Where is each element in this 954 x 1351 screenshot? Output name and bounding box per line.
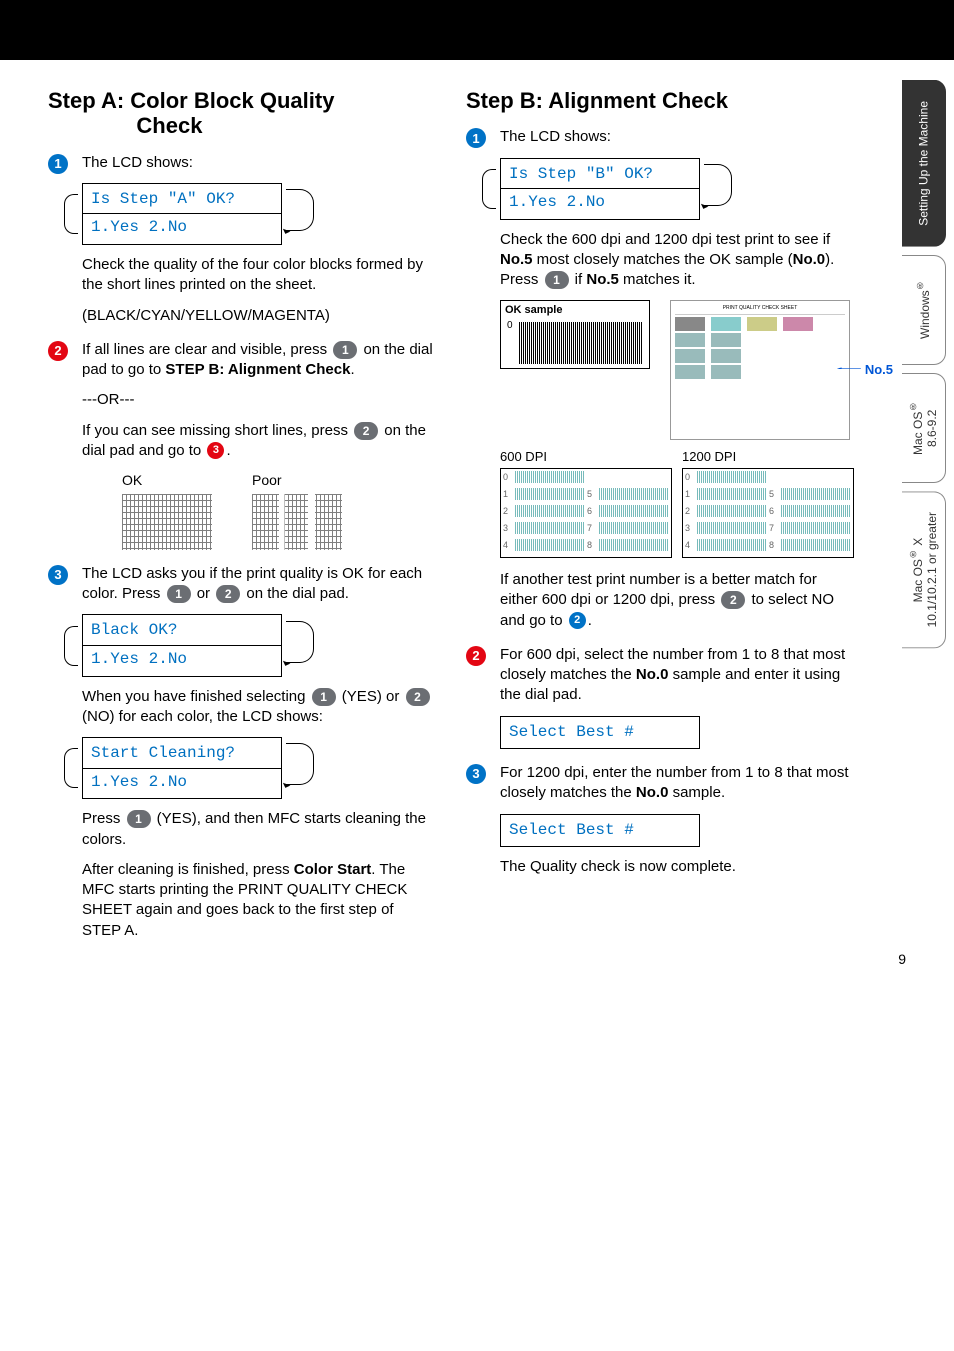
key-2-icon: 2 — [354, 422, 378, 440]
a2-or: ---OR--- — [82, 390, 436, 410]
a1-p2: (BLACK/CYAN/YELLOW/MAGENTA) — [82, 306, 436, 326]
ok-sample-box: OK sample 0 — [500, 300, 650, 369]
tab-macos-classic[interactable]: Mac OS®8.6-9.2 — [902, 373, 946, 483]
b1-text2: If another test print number is a better… — [500, 570, 854, 631]
bullet-3-icon: 3 — [48, 565, 68, 585]
lcd-display: Is Step "B" OK? 1.Yes 2.No — [500, 158, 700, 220]
lcd-loop-arrow-icon — [286, 743, 314, 785]
alignment-samples: OK sample 0 PRINT QUALITY CHECK SHEET No… — [500, 300, 854, 440]
lcd-display: Start Cleaning? 1.Yes 2.No — [82, 737, 282, 799]
lcd-line: 1.Yes 2.No — [501, 188, 699, 217]
lcd-display: Select Best # — [500, 814, 700, 848]
key-1-icon: 1 — [127, 810, 151, 828]
b1-intro: The LCD shows: — [500, 127, 854, 147]
a3-text: The LCD asks you if the print quality is… — [82, 564, 436, 605]
b1-text: Check the 600 dpi and 1200 dpi test prin… — [500, 230, 854, 291]
key-2-icon: 2 — [216, 585, 240, 603]
lcd-display: Black OK? 1.Yes 2.No — [82, 614, 282, 676]
lcd-line: 1.Yes 2.No — [83, 645, 281, 674]
step-a-heading: Step A: Color Block Quality Step A: Chec… — [48, 88, 436, 139]
dpi-600-label: 600 DPI — [500, 448, 672, 466]
bullet-2-icon: 2 — [48, 341, 68, 361]
dpi-1200-grid: 0 15 26 37 48 — [682, 468, 854, 558]
lcd-loop-arrow-icon — [286, 621, 314, 663]
lcd-line: Black OK? — [83, 617, 281, 645]
quality-check-sheet-icon: PRINT QUALITY CHECK SHEET No.5 — [670, 300, 850, 440]
lcd-line: Is Step "B" OK? — [501, 161, 699, 189]
tab-windows[interactable]: Windows® — [902, 255, 946, 365]
ref-2-icon: 2 — [569, 612, 586, 629]
key-1-icon: 1 — [545, 271, 569, 289]
lcd-left-bracket-icon — [482, 169, 496, 209]
a1-p1: Check the quality of the four color bloc… — [82, 255, 436, 296]
a3-text2: When you have finished selecting 1 (YES)… — [82, 687, 436, 728]
ok-label: OK — [122, 471, 212, 490]
lcd-display: Is Step "A" OK? 1.Yes 2.No — [82, 183, 282, 245]
lcd-display: Select Best # — [500, 716, 700, 750]
key-2-icon: 2 — [406, 688, 430, 706]
dpi-600-grid: 0 15 26 37 48 — [500, 468, 672, 558]
ref-3-icon: 3 — [207, 442, 224, 459]
lcd-line: 1.Yes 2.No — [83, 213, 281, 242]
bullet-1-icon: 1 — [48, 154, 68, 174]
side-tabs: Setting Up the Machine Windows® Mac OS®8… — [902, 80, 946, 648]
step-b-heading: Step B: Alignment Check — [466, 88, 854, 113]
lcd-left-bracket-icon — [64, 748, 78, 788]
a2-text2: If you can see missing short lines, pres… — [82, 421, 436, 462]
poor-label: Poor — [252, 471, 342, 490]
step-b-column: Step B: Alignment Check 1 The LCD shows:… — [466, 80, 854, 955]
key-1-icon: 1 — [312, 688, 336, 706]
dpi-1200-label: 1200 DPI — [682, 448, 854, 466]
a3-text4: After cleaning is finished, press Color … — [82, 860, 436, 941]
lcd-loop-arrow-icon — [286, 189, 314, 231]
b3-text: For 1200 dpi, enter the number from 1 to… — [500, 763, 854, 804]
lcd-line: Select Best # — [501, 719, 699, 747]
step-a-column: Step A: Color Block Quality Step A: Chec… — [48, 80, 436, 955]
page-number: 9 — [898, 951, 906, 967]
header-black-bar — [0, 0, 954, 60]
tab-macos-x[interactable]: Mac OS® X10.1/10.2.1 or greater — [902, 491, 946, 648]
lcd-left-bracket-icon — [64, 194, 78, 234]
lcd-line: 1.Yes 2.No — [83, 768, 281, 797]
key-2-icon: 2 — [721, 591, 745, 609]
b2-text: For 600 dpi, select the number from 1 to… — [500, 645, 854, 706]
bullet-2-icon: 2 — [466, 646, 486, 666]
b-final: The Quality check is now complete. — [500, 857, 854, 877]
key-1-icon: 1 — [333, 341, 357, 359]
no5-callout: No.5 — [865, 361, 893, 379]
ok-sample-icon — [122, 494, 212, 550]
tab-setting-up[interactable]: Setting Up the Machine — [902, 80, 946, 247]
lcd-line: Is Step "A" OK? — [83, 186, 281, 214]
lcd-left-bracket-icon — [64, 626, 78, 666]
a2-text: If all lines are clear and visible, pres… — [82, 340, 436, 381]
lcd-loop-arrow-icon — [704, 164, 732, 206]
dpi-samples: 600 DPI 0 15 26 37 48 1200 DPI 0 15 26 — [500, 448, 854, 558]
a1-intro: The LCD shows: — [82, 153, 436, 173]
lcd-line: Start Cleaning? — [83, 740, 281, 768]
bullet-1-icon: 1 — [466, 128, 486, 148]
lcd-line: Select Best # — [501, 817, 699, 845]
quality-samples: OK Poor — [122, 471, 436, 550]
poor-sample-icon — [252, 494, 342, 550]
a3-text3: Press 1 (YES), and then MFC starts clean… — [82, 809, 436, 850]
key-1-icon: 1 — [167, 585, 191, 603]
bullet-3-icon: 3 — [466, 764, 486, 784]
